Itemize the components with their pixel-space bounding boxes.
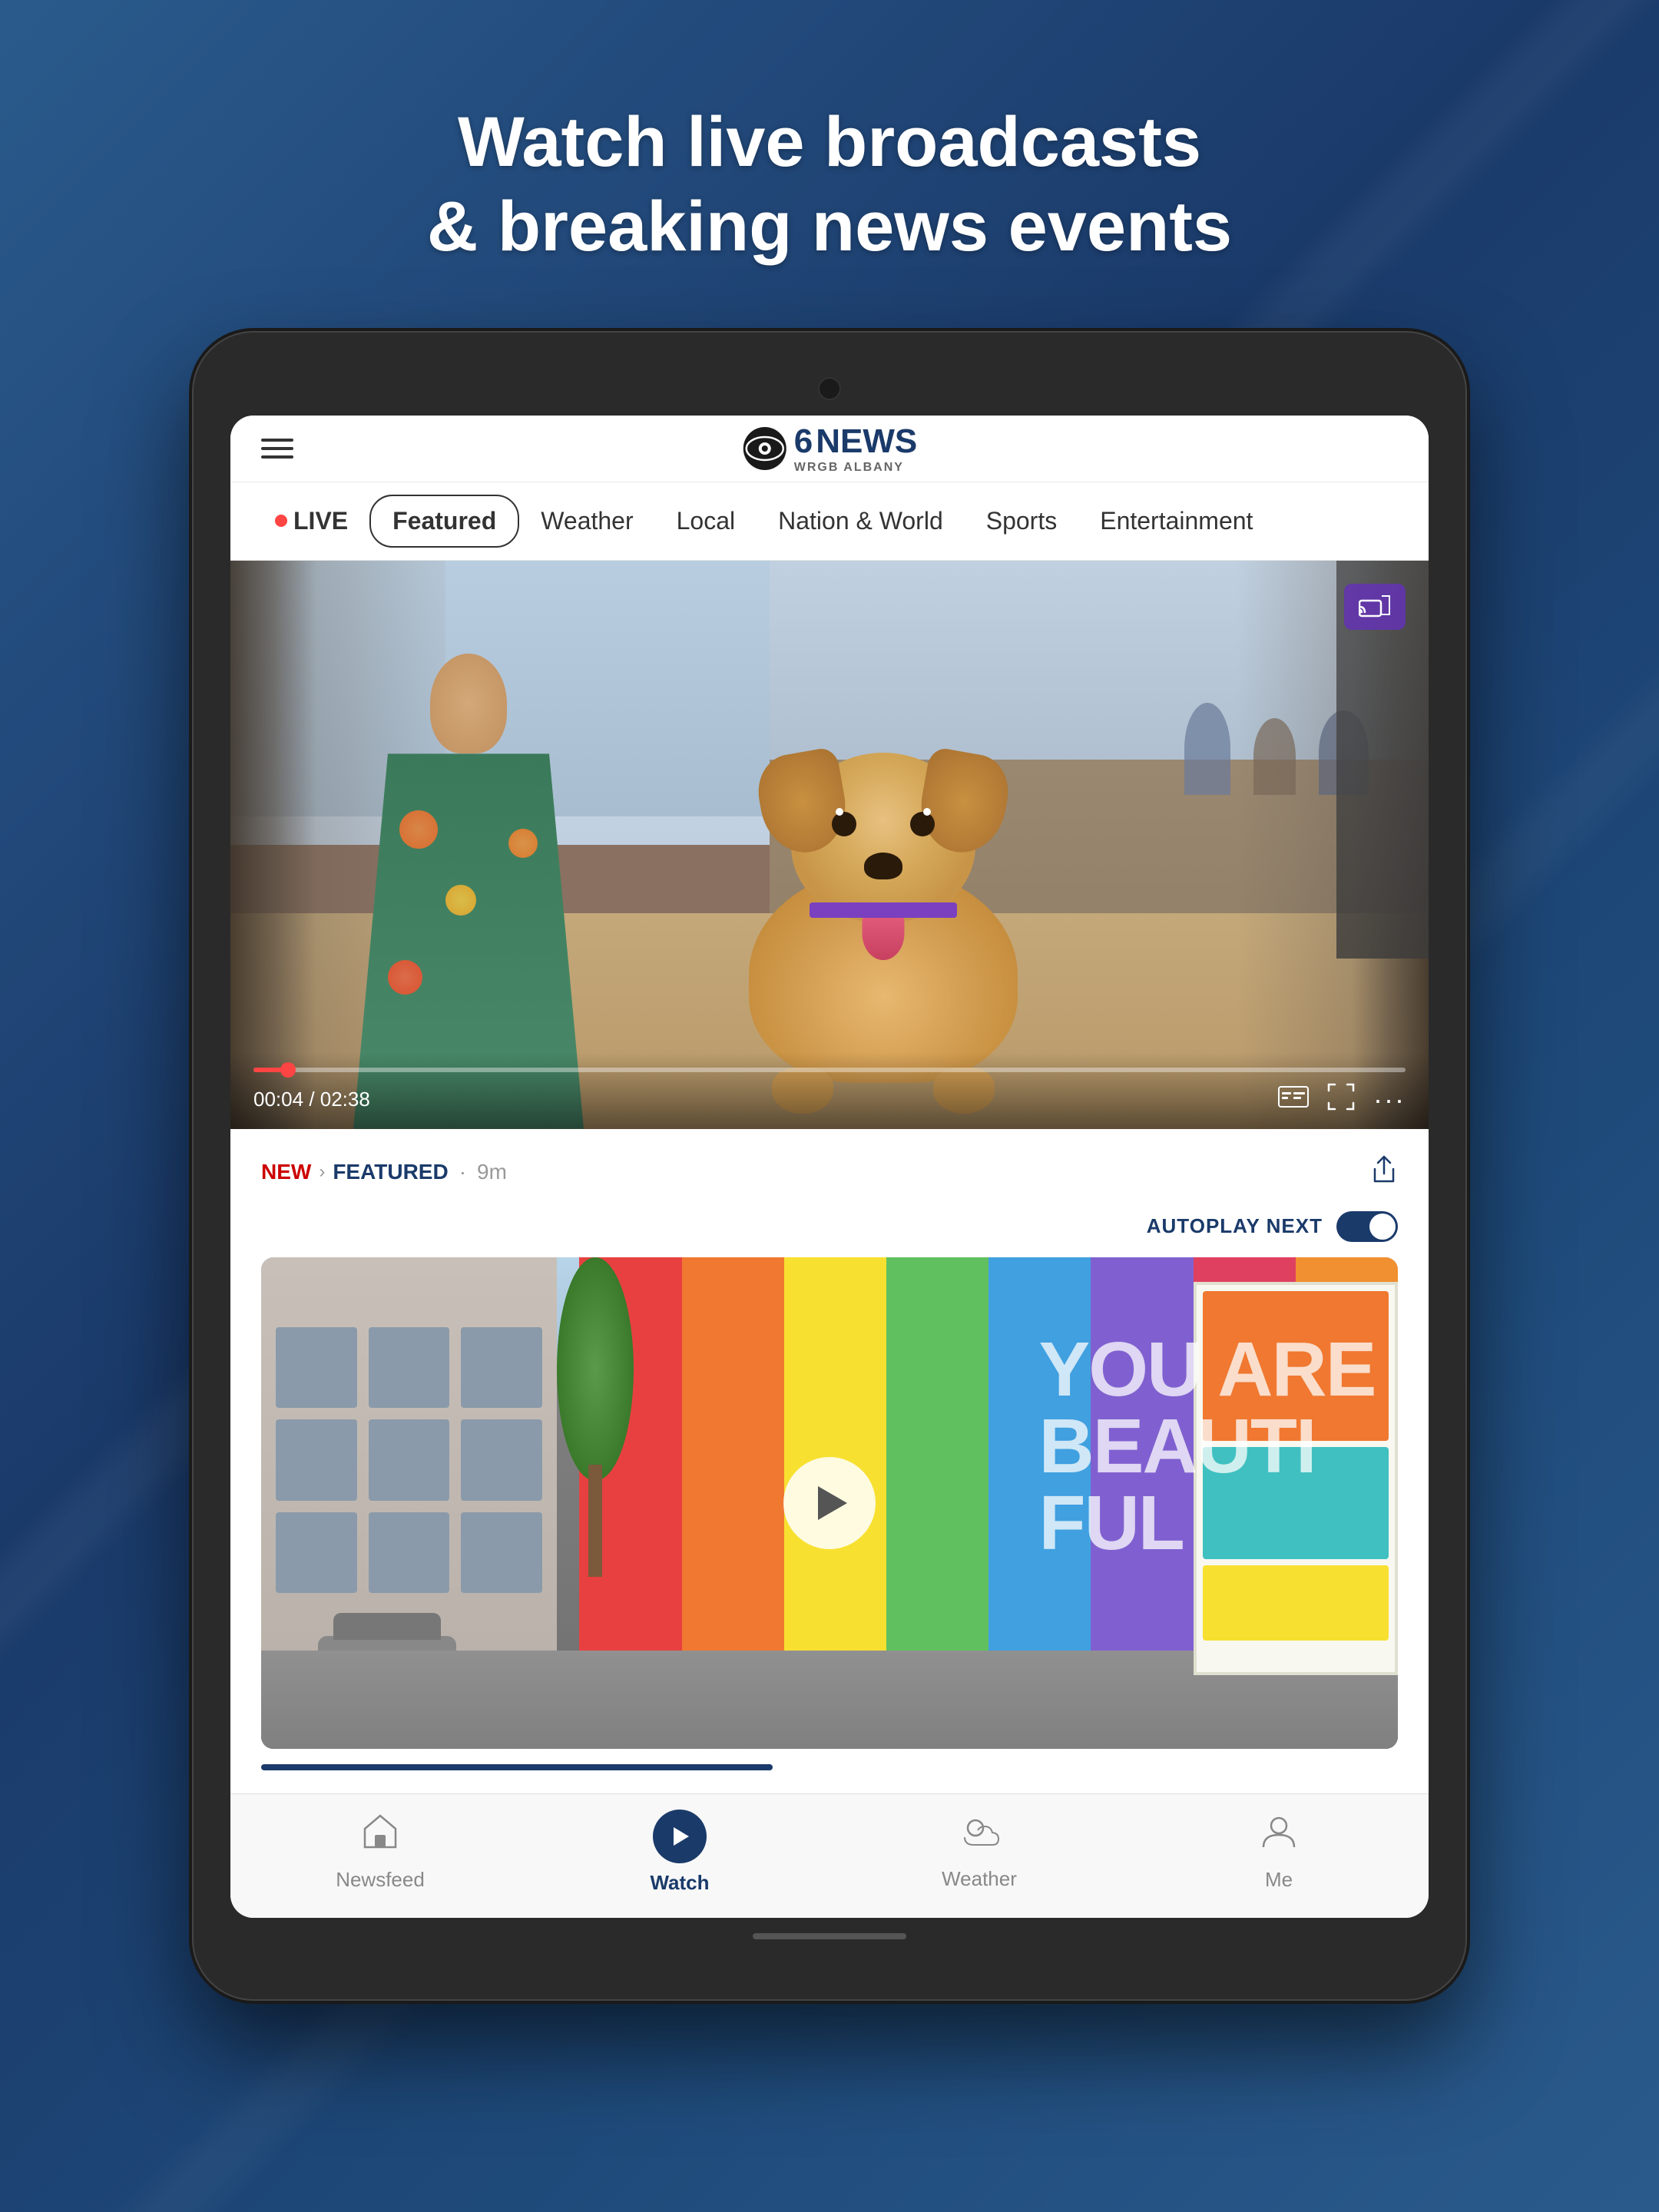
weather-icon: [959, 1813, 1000, 1859]
cbs-eye-icon: [742, 426, 788, 472]
autoplay-toggle[interactable]: [1336, 1211, 1398, 1242]
share-icon: [1370, 1152, 1398, 1186]
meta-tags: NEW › FEATURED · 9m: [261, 1160, 507, 1184]
time-display: 00:04 / 02:38: [253, 1088, 370, 1111]
tab-watch[interactable]: Watch: [530, 1810, 830, 1895]
scroll-indicator: [261, 1764, 773, 1770]
autoplay-row: AUTOPLAY NEXT: [261, 1211, 1398, 1242]
tab-weather[interactable]: Weather: [519, 496, 654, 546]
profile-icon: [1260, 1812, 1298, 1860]
tab-featured[interactable]: Featured: [369, 495, 519, 548]
video-card[interactable]: YOU AREBEAUTIFUL Live Broadcast: [261, 1257, 1398, 1749]
tab-me[interactable]: Me: [1129, 1812, 1429, 1892]
more-options-button[interactable]: ···: [1373, 1084, 1406, 1116]
dog-illustration: [749, 868, 1018, 1083]
tab-sports[interactable]: Sports: [965, 496, 1078, 546]
watch-play-icon: [653, 1810, 707, 1863]
tab-local[interactable]: Local: [655, 496, 757, 546]
toggle-knob: [1369, 1214, 1396, 1240]
logo-text: 6 NEWS WRGB ALBANY: [794, 422, 917, 475]
play-button[interactable]: [783, 1457, 876, 1549]
tab-live[interactable]: LIVE: [253, 496, 369, 546]
fullscreen-button[interactable]: [1327, 1083, 1355, 1117]
progress-fill: [253, 1068, 288, 1072]
tablet-screen: 6 NEWS WRGB ALBANY LIVE Featured Weather…: [230, 416, 1429, 1918]
home-indicator: [753, 1933, 906, 1939]
tab-newsfeed[interactable]: Newsfeed: [230, 1812, 530, 1892]
tablet-bottom-bar: [230, 1933, 1429, 1939]
cast-icon: [1359, 594, 1391, 619]
video-thumbnail-dog: [230, 561, 1429, 1129]
subtitles-icon: [1278, 1086, 1309, 1108]
subtitles-button[interactable]: [1278, 1085, 1309, 1114]
tablet-device: 6 NEWS WRGB ALBANY LIVE Featured Weather…: [192, 331, 1467, 2001]
video-controls: 00:04 / 02:38: [230, 1052, 1429, 1129]
app-logo: 6 NEWS WRGB ALBANY: [742, 422, 917, 475]
page-title: Watch live broadcasts & breaking news ev…: [427, 100, 1232, 270]
play-icon: [818, 1486, 847, 1520]
tab-weather-bottom[interactable]: Weather: [830, 1813, 1129, 1891]
tablet-camera: [818, 377, 841, 400]
home-icon: [361, 1812, 399, 1860]
share-button[interactable]: [1370, 1152, 1398, 1193]
app-header: 6 NEWS WRGB ALBANY: [230, 416, 1429, 482]
bottom-tab-bar: Newsfeed Watch Weather: [230, 1793, 1429, 1918]
progress-bar[interactable]: [253, 1068, 1406, 1072]
tab-entertainment[interactable]: Entertainment: [1078, 496, 1274, 546]
content-meta: NEW › FEATURED · 9m: [261, 1152, 1398, 1193]
hamburger-menu[interactable]: [261, 439, 293, 459]
live-indicator: [275, 515, 287, 527]
fullscreen-icon: [1327, 1083, 1355, 1111]
cast-button[interactable]: [1344, 584, 1406, 630]
tab-nation-world[interactable]: Nation & World: [757, 496, 965, 546]
video-player[interactable]: 00:04 / 02:38: [230, 561, 1429, 1129]
nav-tabs: LIVE Featured Weather Local Nation & Wor…: [230, 482, 1429, 561]
progress-handle[interactable]: [280, 1062, 296, 1078]
video-thumbnail-mural: YOU AREBEAUTIFUL Live Broadcast: [261, 1257, 1398, 1749]
tablet-top-bar: [230, 377, 1429, 400]
mural-text: YOU AREBEAUTIFUL: [1039, 1331, 1376, 1561]
content-area: NEW › FEATURED · 9m AUTOPLAY NEXT: [230, 1129, 1429, 1793]
